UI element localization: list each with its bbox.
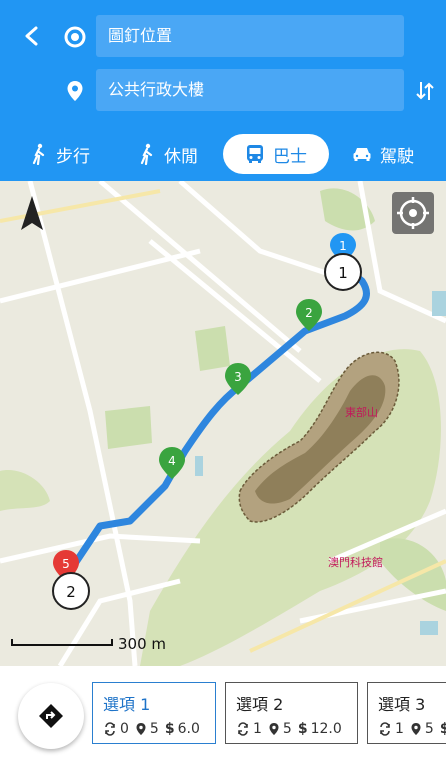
option-label: 選項 3 [378, 695, 426, 714]
stop-count: 5 [282, 721, 292, 737]
stop-pin-icon [268, 722, 280, 736]
svg-text:2: 2 [66, 583, 76, 601]
tab-drive-label: 駕駛 [380, 146, 414, 167]
svg-text:1: 1 [339, 239, 347, 253]
search-header: 圖釘位置 公共行政大樓 [0, 0, 446, 126]
directions-button[interactable] [18, 683, 84, 749]
option-stats: 1 5 $ 12.0 [236, 721, 347, 737]
origin-dot-icon [62, 24, 88, 50]
scale-label: 300 m [118, 635, 166, 653]
map-view[interactable]: 東部山 澳門科技館 1 2 3 4 5 1 2 300 m [0, 181, 446, 666]
chevron-left-icon [25, 26, 38, 46]
water-area [195, 456, 203, 476]
walk-icon [140, 143, 153, 165]
transfer-icon [236, 722, 250, 736]
svg-text:4: 4 [168, 454, 176, 468]
travel-mode-bar: 步行 休閒 巴士 駕駛 [0, 126, 446, 181]
destination-pin-icon [62, 78, 88, 104]
swap-vertical-icon [416, 82, 434, 100]
route-option-1[interactable]: 選項 1 0 5 $ 6.0 [92, 682, 216, 744]
route-options-panel: 選項 1 0 5 $ 6.0 選項 2 1 5 $ 12.0 選項 3 1 5 … [0, 666, 446, 768]
bus-icon [247, 145, 263, 163]
end-stop-marker[interactable]: 2 [52, 572, 90, 610]
fare-value: 12.0 [310, 721, 342, 737]
transfer-icon [378, 722, 392, 736]
dollar-icon: $ [439, 721, 446, 737]
destination-field[interactable]: 公共行政大樓 [96, 69, 404, 111]
water-area [432, 291, 446, 316]
tab-walk[interactable]: 步行 [30, 134, 90, 174]
origin-field[interactable]: 圖釘位置 [96, 15, 404, 57]
tab-bus[interactable]: 巴士 [223, 134, 329, 174]
svg-text:5: 5 [62, 557, 70, 571]
stop-count: 5 [149, 721, 159, 737]
fare-value: 6.0 [177, 721, 200, 737]
map-canvas[interactable]: 東部山 澳門科技館 1 2 3 4 5 1 2 300 m [0, 181, 446, 666]
stop-count: 5 [424, 721, 434, 737]
place-label-hill: 東部山 [345, 405, 378, 419]
directions-icon [39, 704, 63, 728]
tab-drive[interactable]: 駕駛 [352, 134, 414, 174]
car-icon [353, 148, 371, 161]
park-area [195, 326, 230, 371]
start-stop-marker[interactable]: 1 [324, 253, 362, 291]
stop-pin-icon [135, 722, 147, 736]
tab-bus-label: 巴士 [273, 146, 307, 167]
tab-leisure-label: 休閒 [164, 146, 198, 167]
water-area [420, 621, 438, 635]
transfer-count: 1 [395, 721, 404, 737]
route-option-3[interactable]: 選項 3 1 5 $ [367, 682, 446, 744]
transfer-icon [103, 722, 117, 736]
option-stats: 0 5 $ 6.0 [103, 721, 205, 737]
dollar-icon: $ [297, 721, 308, 737]
dollar-icon: $ [164, 721, 175, 737]
transfer-count: 0 [120, 721, 129, 737]
svg-text:2: 2 [305, 306, 313, 320]
option-label: 選項 2 [236, 695, 284, 714]
svg-text:1: 1 [338, 264, 348, 282]
tab-walk-label: 步行 [56, 146, 90, 167]
my-location-button[interactable] [392, 192, 434, 234]
park-area [105, 406, 152, 449]
option-label: 選項 1 [103, 695, 151, 714]
route-option-2[interactable]: 選項 2 1 5 $ 12.0 [225, 682, 358, 744]
svg-text:3: 3 [234, 370, 242, 384]
walk-icon [32, 143, 45, 165]
swap-button[interactable] [412, 78, 438, 104]
transfer-count: 1 [253, 721, 262, 737]
stop-pin-icon [410, 722, 422, 736]
back-button[interactable] [14, 18, 50, 54]
place-label-museum: 澳門科技館 [328, 555, 383, 569]
tab-leisure[interactable]: 休閒 [138, 134, 198, 174]
option-stats: 1 5 $ [378, 721, 446, 737]
